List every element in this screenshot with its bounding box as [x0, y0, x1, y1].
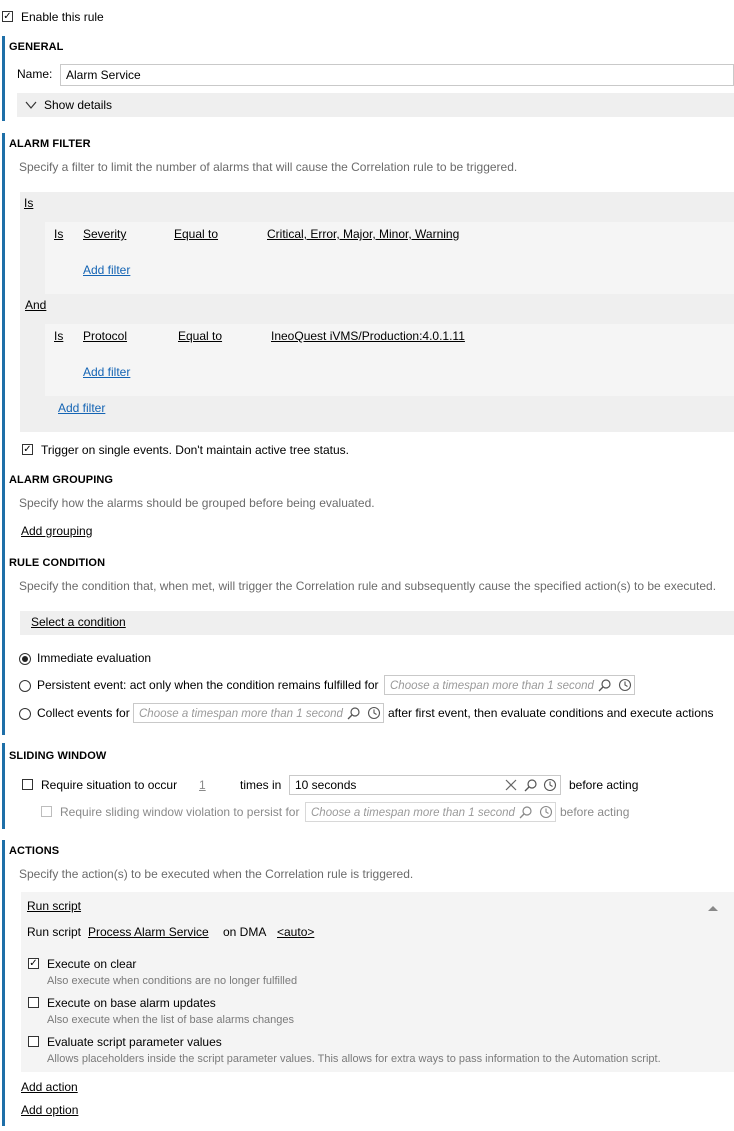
window-value: 10 seconds: [295, 778, 357, 792]
rule-condition-description: Specify the condition that, when met, wi…: [19, 579, 717, 593]
times-in-label: times in: [240, 778, 282, 792]
group2-operator[interactable]: Equal to: [178, 329, 222, 343]
collect-suffix: after first event, then evaluate conditi…: [388, 706, 714, 720]
violation-timespan-input[interactable]: Choose a timespan more than 1 second: [305, 802, 556, 822]
group2-value[interactable]: IneoQuest iVMS/Production:4.0.1.11: [271, 329, 465, 343]
name-label: Name:: [17, 67, 53, 81]
group1-value[interactable]: Critical, Error, Major, Minor, Warning: [267, 227, 459, 241]
enable-rule-checkbox[interactable]: ✓: [2, 11, 13, 22]
clock-icon[interactable]: [367, 706, 381, 720]
group1-is[interactable]: Is: [54, 227, 63, 241]
persistent-timespan-input[interactable]: Choose a timespan more than 1 second: [384, 675, 635, 695]
search-icon[interactable]: [598, 678, 612, 692]
immediate-radio[interactable]: [19, 653, 31, 665]
trigger-single-label: Trigger on single events. Don't maintain…: [41, 443, 349, 457]
select-condition-link[interactable]: Select a condition: [31, 615, 126, 629]
check-icon: ✓: [23, 443, 32, 455]
persistent-radio[interactable]: [19, 680, 31, 692]
collect-placeholder: Choose a timespan more than 1 second: [139, 708, 343, 720]
clock-icon[interactable]: [539, 805, 553, 819]
search-icon[interactable]: [347, 706, 361, 720]
chevron-down-icon: [25, 101, 37, 109]
search-icon[interactable]: [519, 805, 533, 819]
sliding-accent: [2, 743, 5, 829]
general-heading: GENERAL: [9, 41, 64, 53]
immediate-label: Immediate evaluation: [37, 651, 152, 665]
check-icon: ✓: [3, 10, 12, 22]
script-name-link[interactable]: Process Alarm Service: [88, 925, 209, 939]
actions-description: Specify the action(s) to be executed whe…: [19, 867, 414, 881]
execute-on-base-label: Execute on base alarm updates: [47, 996, 216, 1010]
add-option-link[interactable]: Add option: [21, 1103, 78, 1117]
group2-field[interactable]: Protocol: [83, 329, 127, 343]
add-grouping-link[interactable]: Add grouping: [21, 524, 92, 538]
evaluate-params-desc: Allows placeholders inside the script pa…: [47, 1053, 661, 1065]
dma-value-link[interactable]: <auto>: [277, 925, 314, 939]
on-dma-label: on DMA: [223, 925, 267, 939]
name-value: Alarm Service: [66, 68, 141, 82]
close-icon[interactable]: [504, 778, 518, 792]
require-violation-checkbox[interactable]: [41, 806, 52, 817]
execute-on-clear-label: Execute on clear: [47, 957, 137, 971]
execute-on-base-desc: Also execute when the list of base alarm…: [47, 1014, 295, 1026]
add-filter-link[interactable]: Add filter: [58, 401, 105, 415]
alarm-grouping-heading: ALARM GROUPING: [9, 474, 114, 486]
and-operator[interactable]: And: [25, 298, 46, 312]
sliding-window-heading: SLIDING WINDOW: [9, 750, 107, 762]
evaluate-params-checkbox[interactable]: [28, 1036, 39, 1047]
execute-on-clear-desc: Also execute when conditions are no long…: [47, 975, 298, 987]
name-input[interactable]: Alarm Service: [60, 64, 734, 86]
group1-operator[interactable]: Equal to: [174, 227, 218, 241]
violation-placeholder: Choose a timespan more than 1 second: [311, 807, 515, 819]
trigger-single-checkbox[interactable]: ✓: [22, 444, 33, 455]
check-icon: ✓: [29, 957, 38, 969]
group2-is[interactable]: Is: [54, 329, 63, 343]
require-violation-label: Require sliding window violation to pers…: [60, 805, 300, 819]
group1-add-filter[interactable]: Add filter: [83, 263, 130, 277]
search-icon[interactable]: [524, 778, 538, 792]
group1-field[interactable]: Severity: [83, 227, 126, 241]
actions-accent: [2, 840, 5, 1126]
alarm-grouping-description: Specify how the alarms should be grouped…: [19, 496, 375, 510]
run-script-title[interactable]: Run script: [27, 899, 81, 913]
run-script-label: Run script: [27, 925, 82, 939]
chevron-up-icon[interactable]: [707, 904, 719, 912]
evaluate-params-label: Evaluate script parameter values: [47, 1035, 222, 1049]
window-timespan-input[interactable]: 10 seconds: [289, 775, 561, 795]
before-acting-label: before acting: [569, 778, 639, 792]
outer-is-operator[interactable]: Is: [24, 196, 33, 210]
collect-label: Collect events for: [37, 706, 130, 720]
persistent-placeholder: Choose a timespan more than 1 second: [390, 680, 594, 692]
require-situation-checkbox[interactable]: [22, 779, 33, 790]
execute-on-clear-checkbox[interactable]: ✓: [28, 958, 39, 969]
alarm-filter-heading: ALARM FILTER: [9, 138, 91, 150]
rule-accent: [2, 133, 5, 735]
execute-on-base-checkbox[interactable]: [28, 997, 39, 1008]
occurrence-count[interactable]: 1: [199, 778, 206, 792]
select-condition-bar[interactable]: Select a condition: [20, 611, 734, 635]
require-situation-label: Require situation to occur: [41, 778, 178, 792]
clock-icon[interactable]: [618, 678, 632, 692]
show-details-bar[interactable]: Show details: [17, 93, 734, 117]
show-details-label: Show details: [44, 98, 113, 112]
collect-radio[interactable]: [19, 708, 31, 720]
group2-add-filter[interactable]: Add filter: [83, 365, 130, 379]
alarm-filter-description: Specify a filter to limit the number of …: [19, 160, 518, 174]
actions-heading: ACTIONS: [9, 845, 60, 857]
rule-condition-heading: RULE CONDITION: [9, 557, 106, 569]
add-action-link[interactable]: Add action: [21, 1080, 78, 1094]
enable-rule-label: Enable this rule: [21, 10, 104, 24]
collect-timespan-input[interactable]: Choose a timespan more than 1 second: [133, 703, 384, 723]
persistent-label: Persistent event: act only when the cond…: [37, 678, 379, 692]
before-acting-label-2: before acting: [560, 805, 630, 819]
general-accent: [2, 36, 5, 121]
clock-icon[interactable]: [543, 778, 557, 792]
